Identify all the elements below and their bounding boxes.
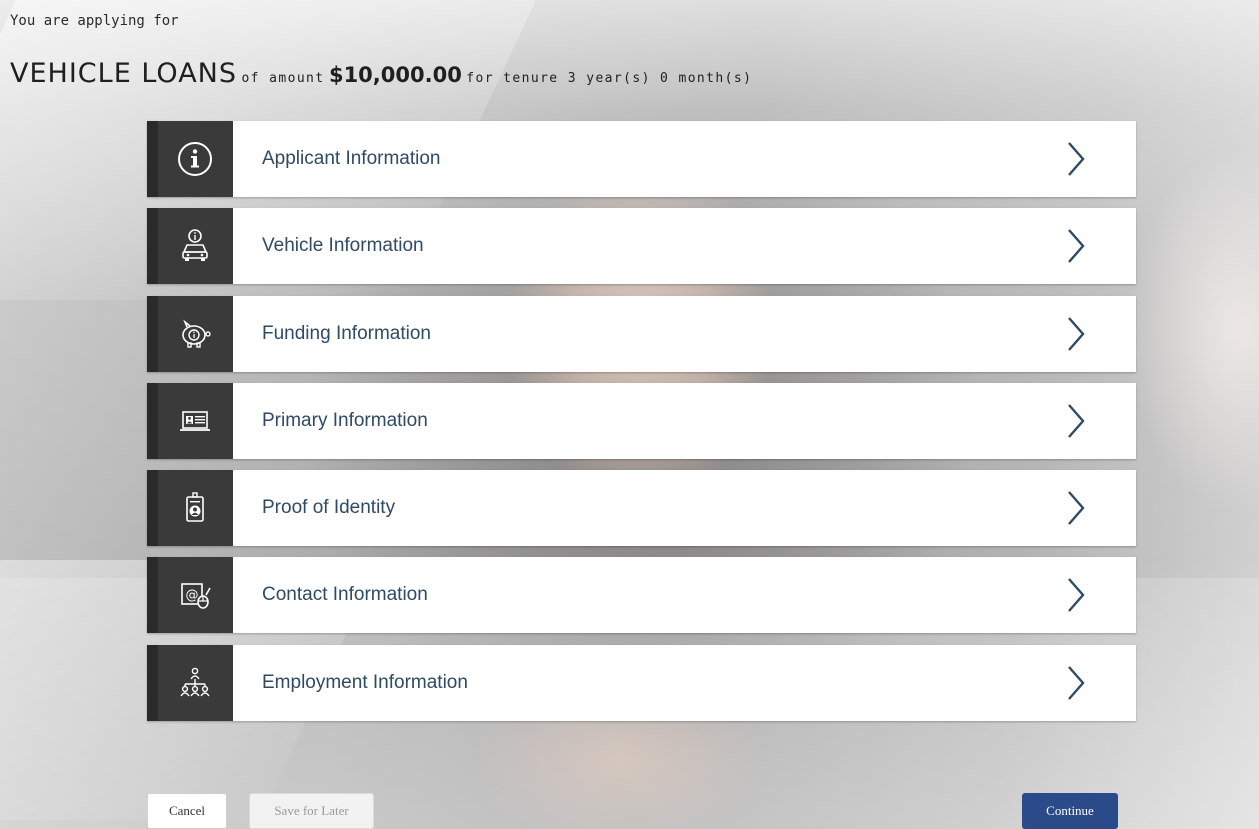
- applying-for-label: You are applying for: [10, 13, 179, 29]
- info-icon: [178, 142, 212, 176]
- section-label: Proof of Identity: [262, 497, 396, 519]
- loan-summary: VEHICLE LOANS of amount $10,000.00 for t…: [10, 58, 752, 89]
- id-card-laptop-icon: [180, 411, 210, 431]
- section-label: Contact Information: [262, 584, 428, 606]
- section-proof-of-identity[interactable]: Proof of Identity: [147, 470, 1136, 547]
- chevron-right-icon[interactable]: [1066, 316, 1086, 352]
- section-funding-information[interactable]: Funding Information: [147, 295, 1136, 372]
- cancel-button[interactable]: Cancel: [147, 793, 227, 829]
- section-label: Vehicle Information: [262, 235, 424, 257]
- section-label: Primary Information: [262, 409, 428, 431]
- application-sections: Applicant Information Vehicle Informatio…: [147, 121, 1136, 732]
- chevron-right-icon[interactable]: [1066, 141, 1086, 177]
- tenure-label: for tenure 3 year(s) 0 month(s): [466, 71, 753, 86]
- continue-button[interactable]: Continue: [1022, 793, 1118, 829]
- chevron-right-icon[interactable]: [1066, 490, 1086, 526]
- chevron-right-icon[interactable]: [1066, 228, 1086, 264]
- section-primary-information[interactable]: Primary Information: [147, 382, 1136, 459]
- chevron-right-icon[interactable]: [1066, 403, 1086, 439]
- section-label: Applicant Information: [262, 148, 441, 169]
- section-vehicle-information[interactable]: Vehicle Information: [147, 208, 1136, 285]
- section-employment-information[interactable]: Employment Information: [147, 644, 1136, 721]
- section-label: Funding Information: [262, 322, 431, 344]
- id-badge-icon: [186, 492, 204, 522]
- vehicle-info-icon: [182, 229, 208, 262]
- section-label: Employment Information: [262, 671, 468, 693]
- svg-text:@: @: [186, 588, 199, 603]
- section-applicant-information[interactable]: Applicant Information: [147, 121, 1136, 197]
- of-amount-label: of amount: [241, 71, 325, 86]
- chevron-right-icon[interactable]: [1066, 577, 1086, 613]
- chevron-right-icon[interactable]: [1066, 665, 1086, 701]
- section-contact-information[interactable]: @ Contact Information: [147, 557, 1136, 634]
- product-name: VEHICLE LOANS: [10, 58, 237, 89]
- save-for-later-button[interactable]: Save for Later: [249, 793, 374, 829]
- loan-amount: $10,000.00: [328, 63, 462, 87]
- piggy-bank-icon: [182, 319, 211, 348]
- contact-email-icon: @: [181, 583, 211, 610]
- org-chart-icon: [180, 667, 210, 697]
